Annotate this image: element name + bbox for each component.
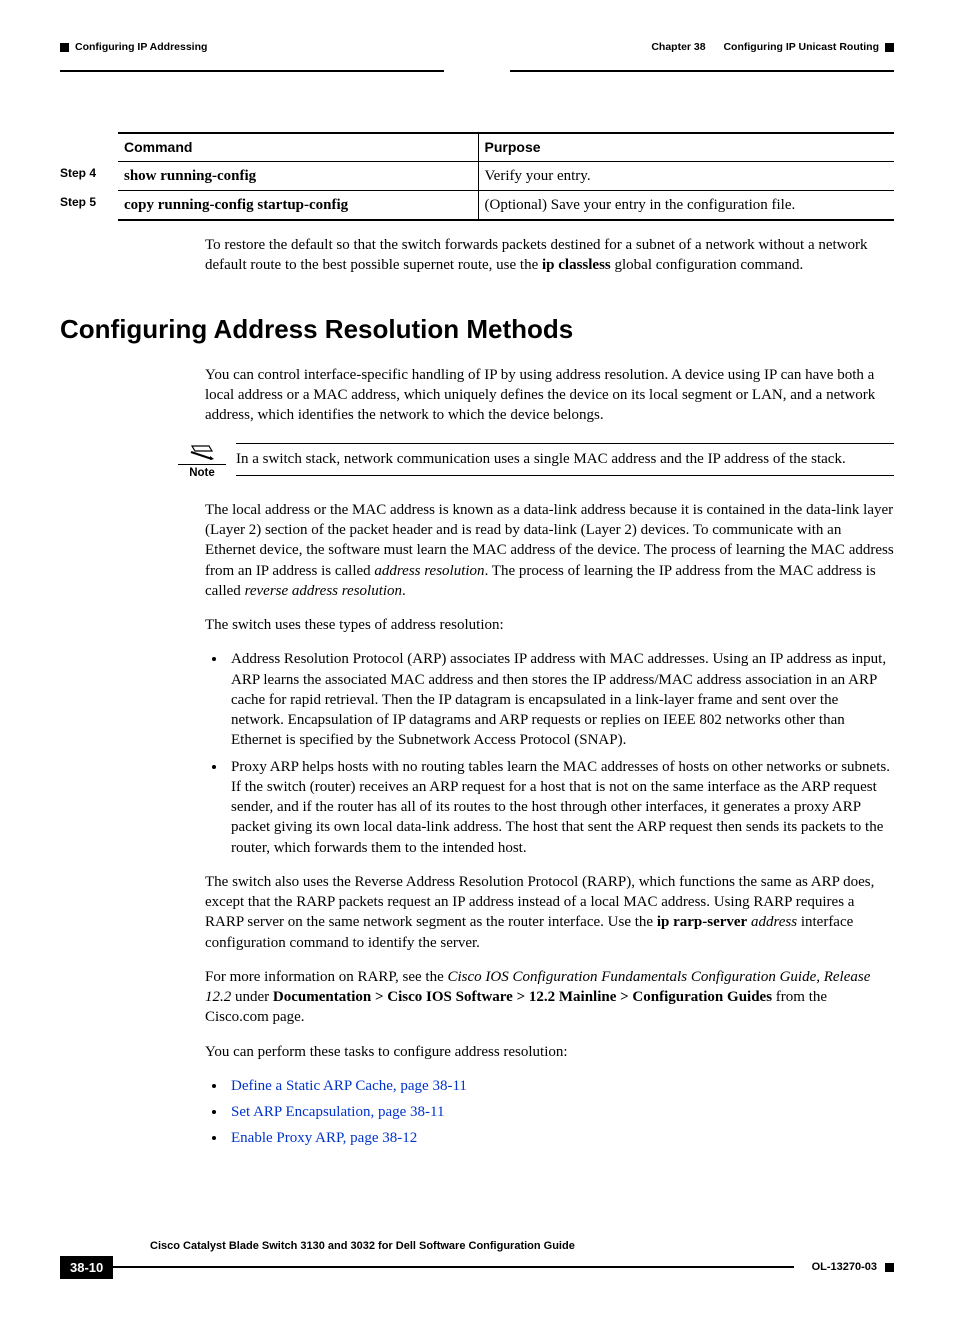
header-right-text: Configuring IP Unicast Routing xyxy=(723,40,879,54)
paragraph-local: The local address or the MAC address is … xyxy=(205,500,894,601)
paragraph-intro: You can control interface-specific handl… xyxy=(205,365,894,426)
purpose-cell: (Optional) Save your entry in the config… xyxy=(478,190,894,220)
note-icon: Note xyxy=(178,443,226,482)
link-list: Define a Static ARP Cache, page 38-11 Se… xyxy=(205,1076,894,1149)
paragraph-types: The switch uses these types of address r… xyxy=(205,615,894,635)
list-item: Set ARP Encapsulation, page 38-11 xyxy=(227,1102,894,1122)
section-heading: Configuring Address Resolution Methods xyxy=(60,312,894,347)
page-footer: Cisco Catalyst Blade Switch 3130 and 303… xyxy=(60,1239,894,1279)
purpose-cell: Verify your entry. xyxy=(478,161,894,190)
footer-page-number: 38-10 xyxy=(60,1256,113,1280)
note-text: In a switch stack, network communication… xyxy=(236,443,894,475)
list-item: Enable Proxy ARP, page 38-12 xyxy=(227,1128,894,1148)
th-command: Command xyxy=(118,133,478,161)
bullet-list: Address Resolution Protocol (ARP) associ… xyxy=(205,649,894,858)
list-item: Define a Static ARP Cache, page 38-11 xyxy=(227,1076,894,1096)
header-chapter: Chapter 38 xyxy=(651,40,705,54)
note-block: Note In a switch stack, network communic… xyxy=(178,443,894,482)
footer-guide-title: Cisco Catalyst Blade Switch 3130 and 303… xyxy=(150,1239,894,1254)
footer-doc-id: OL-13270-03 xyxy=(812,1260,877,1275)
table-row: Step 5 copy running-config startup-confi… xyxy=(60,190,894,220)
table-row: Step 4 show running-config Verify your e… xyxy=(60,161,894,190)
header-square-icon xyxy=(885,43,894,52)
paragraph-rarp: The switch also uses the Reverse Address… xyxy=(205,872,894,953)
step-label: Step 5 xyxy=(60,190,118,220)
paragraph-restore: To restore the default so that the switc… xyxy=(205,235,894,276)
link-arp-encap[interactable]: Set ARP Encapsulation, page 38-11 xyxy=(231,1104,444,1120)
header-left-text: Configuring IP Addressing xyxy=(75,40,207,54)
step-label: Step 4 xyxy=(60,161,118,190)
header-square-icon xyxy=(60,43,69,52)
link-proxy-arp[interactable]: Enable Proxy ARP, page 38-12 xyxy=(231,1130,417,1146)
command-cell: copy running-config startup-config xyxy=(118,190,478,220)
link-static-arp[interactable]: Define a Static ARP Cache, page 38-11 xyxy=(231,1078,467,1094)
list-item: Address Resolution Protocol (ARP) associ… xyxy=(227,649,894,750)
command-cell: show running-config xyxy=(118,161,478,190)
command-table: Command Purpose Step 4 show running-conf… xyxy=(60,132,894,221)
page-header: Configuring IP Addressing Chapter 38 Con… xyxy=(60,40,894,72)
list-item: Proxy ARP helps hosts with no routing ta… xyxy=(227,757,894,858)
footer-square-icon xyxy=(885,1263,894,1272)
paragraph-more: For more information on RARP, see the Ci… xyxy=(205,967,894,1028)
paragraph-tasks: You can perform these tasks to configure… xyxy=(205,1042,894,1062)
th-purpose: Purpose xyxy=(478,133,894,161)
